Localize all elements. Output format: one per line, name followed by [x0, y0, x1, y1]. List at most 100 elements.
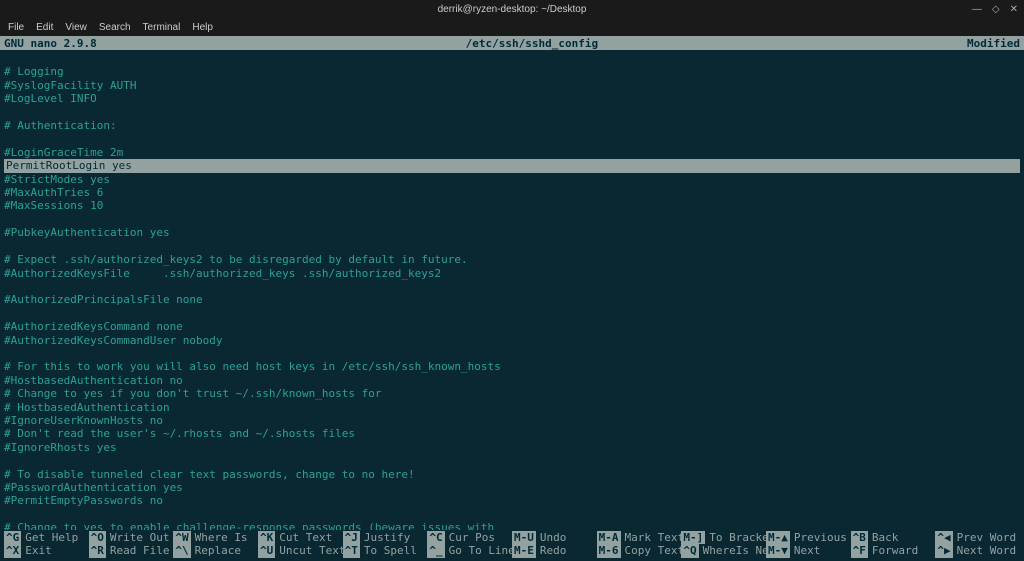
- window-title-bar: derrik@ryzen-desktop: ~/Desktop — ◇ ✕: [0, 0, 1024, 18]
- editor-line[interactable]: [4, 347, 1020, 360]
- editor-line[interactable]: [4, 508, 1020, 521]
- editor-line[interactable]: PermitRootLogin yes: [4, 159, 1020, 172]
- editor-line[interactable]: # Expect .ssh/authorized_keys2 to be dis…: [4, 253, 1020, 266]
- shortcut-label: Prev Word: [957, 531, 1017, 545]
- editor-line[interactable]: [4, 280, 1020, 293]
- shortcut-key: ^W: [173, 531, 190, 545]
- shortcut-label: Next Word: [957, 544, 1017, 558]
- editor-line[interactable]: #AuthorizedPrincipalsFile none: [4, 293, 1020, 306]
- editor-line[interactable]: [4, 106, 1020, 119]
- shortcut-key: ^\: [173, 544, 190, 558]
- maximize-icon[interactable]: ◇: [992, 4, 1000, 15]
- editor-line[interactable]: # Change to yes if you don't trust ~/.ss…: [4, 387, 1020, 400]
- editor-line[interactable]: #MaxAuthTries 6: [4, 186, 1020, 199]
- editor-line[interactable]: #PasswordAuthentication yes: [4, 481, 1020, 494]
- editor-body[interactable]: # Logging#SyslogFacility AUTH#LogLevel I…: [0, 50, 1024, 530]
- menu-file[interactable]: File: [8, 22, 24, 33]
- editor-line[interactable]: #IgnoreRhosts yes: [4, 441, 1020, 454]
- shortcut: ^RRead File: [89, 544, 174, 558]
- editor-line[interactable]: #IgnoreUserKnownHosts no: [4, 414, 1020, 427]
- editor-line[interactable]: #SyslogFacility AUTH: [4, 79, 1020, 92]
- editor-line[interactable]: # To disable tunneled clear text passwor…: [4, 468, 1020, 481]
- editor-line[interactable]: # Don't read the user's ~/.rhosts and ~/…: [4, 427, 1020, 440]
- minimize-icon[interactable]: —: [972, 4, 982, 15]
- menu-view[interactable]: View: [65, 22, 87, 33]
- shortcut-key: ^J: [343, 531, 360, 545]
- close-icon[interactable]: ✕: [1010, 4, 1018, 15]
- cursor-highlight: PermitRootLogin yes: [4, 159, 134, 172]
- window-controls: — ◇ ✕: [972, 4, 1018, 15]
- editor-line[interactable]: #HostbasedAuthentication no: [4, 374, 1020, 387]
- shortcut-key: M-▲: [766, 531, 790, 545]
- shortcut: ^UUncut Text: [258, 544, 343, 558]
- nano-modified-status: Modified: [967, 37, 1020, 50]
- editor-line[interactable]: #LogLevel INFO: [4, 92, 1020, 105]
- menu-help[interactable]: Help: [192, 22, 213, 33]
- editor-line[interactable]: [4, 240, 1020, 253]
- shortcut-key: ^▶: [935, 544, 952, 558]
- editor-line[interactable]: #StrictModes yes: [4, 173, 1020, 186]
- shortcut-key: ^Q: [681, 544, 698, 558]
- menu-search[interactable]: Search: [99, 22, 131, 33]
- shortcut: ^\ Replace: [173, 544, 258, 558]
- editor-line[interactable]: # Authentication:: [4, 119, 1020, 132]
- shortcut: ^TTo Spell: [343, 544, 428, 558]
- shortcut-label: Previous: [794, 531, 847, 545]
- shortcut-key: M-A: [597, 531, 621, 545]
- menu-edit[interactable]: Edit: [36, 22, 53, 33]
- editor-line[interactable]: # For this to work you will also need ho…: [4, 360, 1020, 373]
- editor-line[interactable]: #AuthorizedKeysCommandUser nobody: [4, 334, 1020, 347]
- shortcut-label: Undo: [540, 531, 567, 545]
- editor-line[interactable]: #AuthorizedKeysCommand none: [4, 320, 1020, 333]
- editor-line[interactable]: [4, 132, 1020, 145]
- editor-line[interactable]: [4, 52, 1020, 65]
- shortcut: ^▶ Next Word: [935, 544, 1020, 558]
- editor-line[interactable]: [4, 213, 1020, 226]
- shortcut: ^BBack: [851, 531, 936, 545]
- shortcut-label: Uncut Text: [279, 544, 342, 558]
- shortcut-key: M-]: [681, 531, 705, 545]
- editor-line[interactable]: #MaxSessions 10: [4, 199, 1020, 212]
- shortcut: M-▲ Previous: [766, 531, 851, 545]
- shortcut-label: Go To Line: [449, 544, 512, 558]
- menu-bar: File Edit View Search Terminal Help: [0, 18, 1024, 36]
- shortcut-label: Replace: [195, 544, 241, 558]
- editor-line[interactable]: [4, 454, 1020, 467]
- shortcut-label: Redo: [540, 544, 567, 558]
- editor-line[interactable]: [4, 307, 1020, 320]
- editor-line[interactable]: #PubkeyAuthentication yes: [4, 226, 1020, 239]
- shortcut-label: Get Help: [25, 531, 78, 545]
- shortcut-label: Copy Text: [625, 544, 682, 558]
- shortcut: M-AMark Text: [597, 531, 682, 545]
- editor-line[interactable]: # Logging: [4, 65, 1020, 78]
- editor-line[interactable]: #LoginGraceTime 2m: [4, 146, 1020, 159]
- shortcut-key: ^◀: [935, 531, 952, 545]
- shortcut-label: Back: [872, 531, 899, 545]
- shortcut-key: ^C: [427, 531, 444, 545]
- shortcut-label: Write Out: [110, 531, 170, 545]
- shortcut-key: ^O: [89, 531, 106, 545]
- shortcut: ^◀ Prev Word: [935, 531, 1020, 545]
- editor-line[interactable]: #AuthorizedKeysFile .ssh/authorized_keys…: [4, 267, 1020, 280]
- editor-line[interactable]: #PermitEmptyPasswords no: [4, 494, 1020, 507]
- shortcut-label: WhereIs Next: [703, 544, 766, 558]
- shortcut: M-UUndo: [512, 531, 597, 545]
- nano-shortcuts: ^GGet Help^OWrite Out^WWhere Is^KCut Tex…: [0, 530, 1024, 561]
- shortcut-label: Cur Pos: [449, 531, 495, 545]
- shortcut-label: Forward: [872, 544, 918, 558]
- shortcut-label: Cut Text: [279, 531, 332, 545]
- editor-line[interactable]: # HostbasedAuthentication: [4, 401, 1020, 414]
- menu-terminal[interactable]: Terminal: [143, 22, 181, 33]
- shortcut: M-]To Bracket: [681, 531, 766, 545]
- shortcut-key: ^_: [427, 544, 444, 558]
- shortcut-key: ^F: [851, 544, 868, 558]
- shortcut-key: ^K: [258, 531, 275, 545]
- shortcut: ^F Forward: [851, 544, 936, 558]
- shortcut: ^JJustify: [343, 531, 428, 545]
- nano-header: GNU nano 2.9.8 /etc/ssh/sshd_config Modi…: [0, 36, 1024, 50]
- shortcut-key: ^R: [89, 544, 106, 558]
- shortcut-key: ^G: [4, 531, 21, 545]
- editor-line[interactable]: # Change to yes to enable challenge-resp…: [4, 521, 1020, 529]
- nano-filename: /etc/ssh/sshd_config: [97, 37, 967, 50]
- shortcut: ^_ Go To Line: [427, 544, 512, 558]
